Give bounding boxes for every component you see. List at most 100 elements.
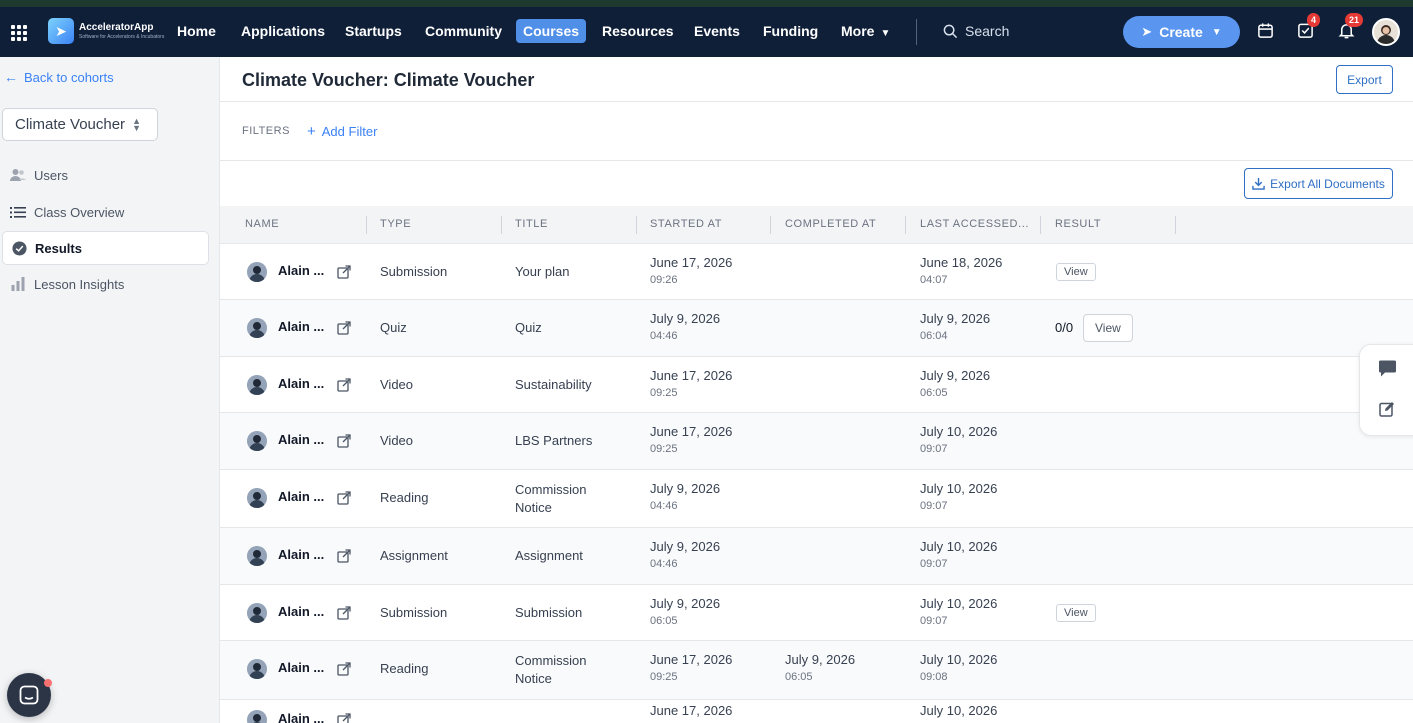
external-link-icon[interactable] (337, 549, 351, 563)
nav-divider (916, 19, 917, 45)
started-time: 09:25 (650, 387, 678, 399)
table-row[interactable]: Alain ... Submission Submission July 9, 202… (220, 585, 1413, 641)
search-box[interactable]: Search (943, 23, 1009, 39)
user-name[interactable]: Alain ... (278, 263, 324, 278)
column-header-last-accessed[interactable]: LAST ACCESSED... (920, 218, 1029, 230)
sidebar-item-results[interactable]: Results (2, 231, 209, 265)
external-link-icon[interactable] (337, 321, 351, 335)
user-name[interactable]: Alain ... (278, 660, 324, 675)
table-row[interactable]: Alain ... June 17, 2026 July 10, 2026 (220, 700, 1413, 723)
apps-grid-icon[interactable] (11, 25, 27, 41)
sidebar-item-users[interactable]: Users (2, 158, 209, 192)
sidebar-item-lesson-insights[interactable]: Lesson Insights (2, 267, 209, 301)
comment-icon[interactable] (1378, 360, 1397, 378)
divider (220, 160, 1413, 161)
column-resizer[interactable] (636, 216, 637, 234)
export-all-documents-button[interactable]: Export All Documents (1244, 168, 1393, 199)
started-at-cell: July 9, 2026 04:46 (650, 311, 720, 342)
export-button[interactable]: Export (1336, 65, 1393, 94)
create-button[interactable]: ➤ Create ▼ (1123, 16, 1240, 48)
nav-home[interactable]: Home (177, 23, 216, 39)
accessed-date: July 10, 2026 (920, 703, 998, 718)
quiz-score: 0/0 (1055, 320, 1074, 335)
external-link-icon[interactable] (337, 265, 351, 279)
left-sidebar: ← Back to cohorts Climate Voucher ▲ ▼ Use… (0, 57, 220, 723)
started-time: 09:25 (650, 443, 678, 455)
table-row[interactable]: Alain ... Video Sustainability June 17, 202… (220, 357, 1413, 413)
calendar-icon[interactable] (1257, 22, 1277, 42)
last-accessed-cell: June 18, 2026 04:07 (920, 255, 1002, 286)
user-name[interactable]: Alain ... (278, 547, 324, 562)
last-accessed-cell: July 10, 2026 09:07 (920, 481, 997, 512)
user-avatar[interactable] (1372, 18, 1400, 46)
nav-more[interactable]: More ▼ (841, 23, 890, 39)
table-row[interactable]: Alain ... Assignment Assignment July 9, 202… (220, 528, 1413, 585)
table-row[interactable]: Alain ... Reading Commission Notice July 9,… (220, 470, 1413, 528)
edit-icon[interactable] (1379, 401, 1395, 417)
view-result-button[interactable]: View (1083, 314, 1133, 342)
tasks-icon[interactable]: 4 (1297, 13, 1321, 42)
top-strip (0, 0, 1413, 7)
user-name[interactable]: Alain ... (278, 604, 324, 619)
accessed-date: July 9, 2026 (920, 311, 991, 326)
accessed-time: 09:07 (920, 615, 948, 627)
view-result-button[interactable]: View (1056, 263, 1096, 281)
back-to-cohorts-link[interactable]: ← Back to cohorts (4, 69, 114, 85)
column-header-started-at[interactable]: STARTED AT (650, 218, 722, 230)
nav-resources[interactable]: Resources (602, 23, 674, 39)
user-name[interactable]: Alain ... (278, 432, 324, 447)
table-row[interactable]: Alain ... Reading Commission Notice June 17… (220, 641, 1413, 700)
rocket-icon: ➤ (1141, 24, 1153, 39)
bell-icon[interactable]: 21 (1338, 13, 1364, 42)
column-resizer[interactable] (905, 216, 906, 234)
sidebar-item-label: Lesson Insights (34, 276, 125, 292)
accessed-time: 04:07 (920, 274, 948, 286)
external-link-icon[interactable] (337, 378, 351, 392)
column-resizer[interactable] (1175, 216, 1176, 234)
add-filter-label: Add Filter (321, 124, 378, 139)
nav-applications[interactable]: Applications (241, 23, 325, 39)
column-header-title[interactable]: TITLE (515, 218, 548, 230)
last-accessed-cell: July 10, 2026 09:07 (920, 424, 997, 455)
column-resizer[interactable] (366, 216, 367, 234)
type-cell: Submission (380, 605, 448, 620)
user-name[interactable]: Alain ... (278, 376, 324, 391)
column-header-name[interactable]: NAME (245, 218, 279, 230)
brand-logo[interactable]: ➤ AcceleratorApp Software for Accelerato… (48, 18, 164, 44)
nav-community[interactable]: Community (425, 23, 502, 39)
nav-funding[interactable]: Funding (763, 23, 818, 39)
add-filter-button[interactable]: + Add Filter (307, 123, 377, 140)
nav-more-label: More (841, 23, 875, 39)
table-row[interactable]: Alain ... Submission Your plan June 17, 202… (220, 244, 1413, 300)
nav-courses[interactable]: Courses (516, 19, 587, 43)
column-header-completed-at[interactable]: COMPLETED AT (785, 218, 876, 230)
column-resizer[interactable] (770, 216, 771, 234)
table-row[interactable]: Alain ... Video LBS Partners June 17, 2026 0… (220, 413, 1413, 470)
accessed-time: 09:08 (920, 671, 948, 683)
nav-startups[interactable]: Startups (345, 23, 402, 39)
user-name[interactable]: Alain ... (278, 711, 324, 723)
title-cell: Your plan (515, 264, 570, 279)
cohort-select[interactable]: Climate Voucher ▲ ▼ (2, 108, 158, 141)
last-accessed-cell: July 9, 2026 06:05 (920, 368, 990, 399)
sidebar-item-class-overview[interactable]: Class Overview (2, 195, 209, 229)
external-link-icon[interactable] (337, 491, 351, 505)
top-navbar: ➤ AcceleratorApp Software for Accelerato… (0, 7, 1413, 57)
view-result-button[interactable]: View (1056, 604, 1096, 622)
column-resizer[interactable] (501, 216, 502, 234)
filters-label: FILTERS (242, 125, 290, 137)
user-name[interactable]: Alain ... (278, 319, 324, 334)
external-link-icon[interactable] (337, 434, 351, 448)
external-link-icon[interactable] (337, 662, 351, 676)
external-link-icon[interactable] (337, 713, 351, 723)
external-link-icon[interactable] (337, 606, 351, 620)
table-row[interactable]: Alain ... Quiz Quiz July 9, 2026 04:46 July 9… (220, 300, 1413, 357)
column-header-result[interactable]: RESULT (1055, 218, 1101, 230)
avatar (247, 262, 267, 282)
column-resizer[interactable] (1040, 216, 1041, 234)
user-name[interactable]: Alain ... (278, 489, 324, 504)
chevron-updown-icon: ▲ ▼ (132, 115, 141, 133)
column-header-type[interactable]: TYPE (380, 218, 411, 230)
nav-events[interactable]: Events (694, 23, 740, 39)
avatar (247, 659, 267, 679)
